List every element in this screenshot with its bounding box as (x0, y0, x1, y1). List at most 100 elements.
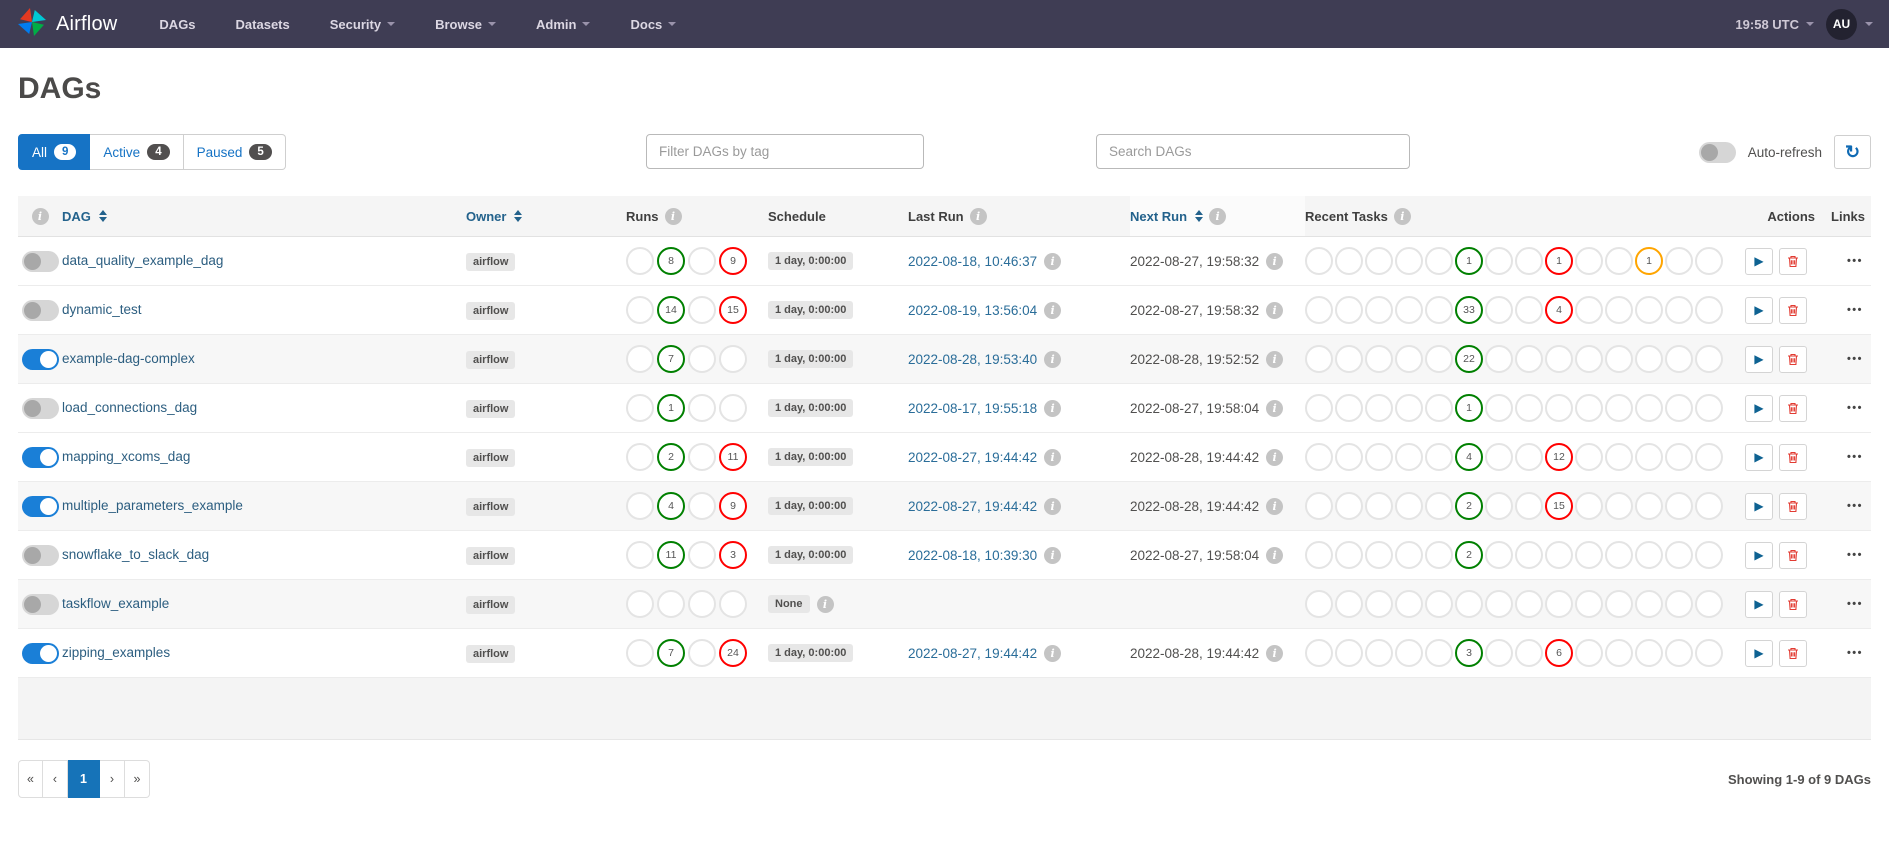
dag-pause-toggle[interactable] (22, 251, 59, 272)
delete-dag-button[interactable] (1779, 248, 1807, 275)
dag-search-input[interactable] (1096, 134, 1410, 169)
delete-dag-button[interactable] (1779, 493, 1807, 520)
task-state-failed[interactable]: 15 (1545, 492, 1573, 520)
links-menu-button[interactable]: ••• (1847, 500, 1863, 512)
last-run-link[interactable]: 2022-08-27, 19:44:42 (908, 646, 1037, 661)
delete-dag-button[interactable] (1779, 444, 1807, 471)
nav-item-security[interactable]: Security (330, 17, 395, 32)
task-state-success[interactable]: 1 (1455, 394, 1483, 422)
trigger-dag-button[interactable]: ▶ (1745, 591, 1773, 618)
run-state-failed[interactable]: 9 (719, 492, 747, 520)
owner-badge[interactable]: airflow (466, 449, 515, 467)
run-state-success[interactable]: 1 (657, 394, 685, 422)
trigger-dag-button[interactable]: ▶ (1745, 395, 1773, 422)
trigger-dag-button[interactable]: ▶ (1745, 297, 1773, 324)
task-state-upstream_failed[interactable]: 1 (1635, 247, 1663, 275)
tab-active[interactable]: Active 4 (90, 134, 183, 170)
links-menu-button[interactable]: ••• (1847, 402, 1863, 414)
run-state-success[interactable]: 14 (657, 296, 685, 324)
pagination-next[interactable]: › (100, 760, 125, 798)
owner-badge[interactable]: airflow (466, 596, 515, 614)
run-state-failed[interactable]: 11 (719, 443, 747, 471)
run-state-success[interactable]: 7 (657, 345, 685, 373)
delete-dag-button[interactable] (1779, 395, 1807, 422)
dag-name-link[interactable]: snowflake_to_slack_dag (62, 547, 209, 562)
last-run-link[interactable]: 2022-08-18, 10:39:30 (908, 548, 1037, 563)
delete-dag-button[interactable] (1779, 542, 1807, 569)
task-state-success[interactable]: 22 (1455, 345, 1483, 373)
task-state-success[interactable]: 3 (1455, 639, 1483, 667)
sort-dag-link[interactable]: DAG (62, 209, 107, 224)
links-menu-button[interactable]: ••• (1847, 353, 1863, 365)
clock-dropdown[interactable]: 19:58 UTC (1735, 17, 1814, 32)
trigger-dag-button[interactable]: ▶ (1745, 640, 1773, 667)
run-state-failed[interactable]: 15 (719, 296, 747, 324)
owner-badge[interactable]: airflow (466, 547, 515, 565)
dag-pause-toggle[interactable] (22, 594, 59, 615)
last-run-link[interactable]: 2022-08-17, 19:55:18 (908, 401, 1037, 416)
trigger-dag-button[interactable]: ▶ (1745, 444, 1773, 471)
pagination-prev[interactable]: ‹ (43, 760, 68, 798)
dag-pause-toggle[interactable] (22, 496, 59, 517)
sort-next-run-link[interactable]: Next Run (1130, 209, 1203, 224)
task-state-success[interactable]: 1 (1455, 247, 1483, 275)
dag-pause-toggle[interactable] (22, 643, 59, 664)
dag-pause-toggle[interactable] (22, 398, 59, 419)
last-run-link[interactable]: 2022-08-18, 10:46:37 (908, 254, 1037, 269)
nav-item-docs[interactable]: Docs (630, 17, 676, 32)
refresh-button[interactable]: ↻ (1834, 135, 1871, 169)
tab-all[interactable]: All 9 (18, 134, 90, 170)
dag-name-link[interactable]: load_connections_dag (62, 400, 197, 415)
airflow-brand[interactable]: Airflow (16, 6, 117, 43)
dag-name-link[interactable]: data_quality_example_dag (62, 253, 223, 268)
owner-badge[interactable]: airflow (466, 400, 515, 418)
task-state-success[interactable]: 4 (1455, 443, 1483, 471)
owner-badge[interactable]: airflow (466, 498, 515, 516)
owner-badge[interactable]: airflow (466, 253, 515, 271)
user-menu[interactable]: AU (1826, 9, 1873, 40)
delete-dag-button[interactable] (1779, 297, 1807, 324)
run-state-success[interactable]: 8 (657, 247, 685, 275)
dag-name-link[interactable]: zipping_examples (62, 645, 170, 660)
trigger-dag-button[interactable]: ▶ (1745, 346, 1773, 373)
nav-item-datasets[interactable]: Datasets (236, 17, 290, 32)
run-state-failed[interactable]: 3 (719, 541, 747, 569)
run-state-success[interactable]: 7 (657, 639, 685, 667)
last-run-link[interactable]: 2022-08-27, 19:44:42 (908, 450, 1037, 465)
links-menu-button[interactable]: ••• (1847, 647, 1863, 659)
task-state-failed[interactable]: 4 (1545, 296, 1573, 324)
trigger-dag-button[interactable]: ▶ (1745, 248, 1773, 275)
trigger-dag-button[interactable]: ▶ (1745, 542, 1773, 569)
run-state-success[interactable]: 4 (657, 492, 685, 520)
links-menu-button[interactable]: ••• (1847, 255, 1863, 267)
sort-owner-link[interactable]: Owner (466, 209, 522, 224)
links-menu-button[interactable]: ••• (1847, 451, 1863, 463)
dag-name-link[interactable]: mapping_xcoms_dag (62, 449, 190, 464)
links-menu-button[interactable]: ••• (1847, 549, 1863, 561)
nav-item-browse[interactable]: Browse (435, 17, 496, 32)
pagination-last[interactable]: » (125, 760, 150, 798)
last-run-link[interactable]: 2022-08-28, 19:53:40 (908, 352, 1037, 367)
dag-name-link[interactable]: dynamic_test (62, 302, 142, 317)
task-state-success[interactable]: 33 (1455, 296, 1483, 324)
owner-badge[interactable]: airflow (466, 302, 515, 320)
dag-name-link[interactable]: multiple_parameters_example (62, 498, 243, 513)
last-run-link[interactable]: 2022-08-19, 13:56:04 (908, 303, 1037, 318)
dag-name-link[interactable]: example-dag-complex (62, 351, 195, 366)
run-state-failed[interactable]: 24 (719, 639, 747, 667)
owner-badge[interactable]: airflow (466, 645, 515, 663)
task-state-success[interactable]: 2 (1455, 541, 1483, 569)
trigger-dag-button[interactable]: ▶ (1745, 493, 1773, 520)
owner-badge[interactable]: airflow (466, 351, 515, 369)
dag-pause-toggle[interactable] (22, 300, 59, 321)
last-run-link[interactable]: 2022-08-27, 19:44:42 (908, 499, 1037, 514)
delete-dag-button[interactable] (1779, 591, 1807, 618)
delete-dag-button[interactable] (1779, 346, 1807, 373)
delete-dag-button[interactable] (1779, 640, 1807, 667)
pagination-first[interactable]: « (18, 760, 43, 798)
tag-filter-input[interactable] (646, 134, 924, 169)
dag-name-link[interactable]: taskflow_example (62, 596, 169, 611)
run-state-success[interactable]: 2 (657, 443, 685, 471)
dag-pause-toggle[interactable] (22, 349, 59, 370)
task-state-failed[interactable]: 12 (1545, 443, 1573, 471)
